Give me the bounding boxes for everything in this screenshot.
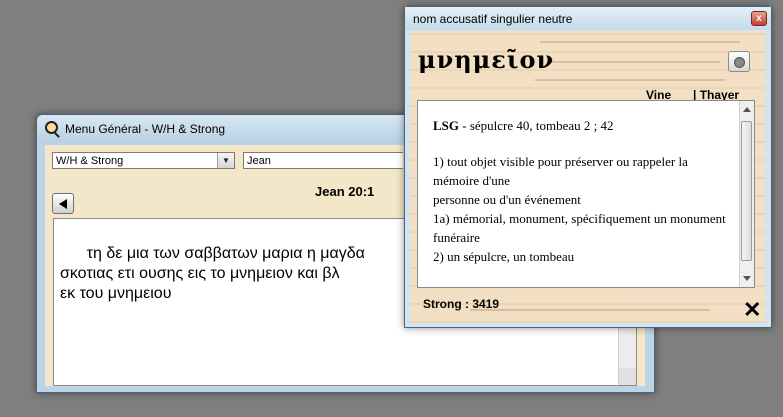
version-select-value: W/H & Strong bbox=[56, 155, 124, 167]
popup-title: nom accusatif singulier neutre bbox=[413, 12, 573, 26]
magnifier-app-icon bbox=[45, 121, 58, 134]
greek-verse-text: τη δε μια των σαββατων μαρια η μαγδα σκο… bbox=[60, 245, 365, 302]
lsg-label: LSG bbox=[433, 118, 460, 133]
definition-box[interactable]: LSG - sépulcre 40, tombeau 2 ; 42 1) tou… bbox=[417, 100, 755, 288]
previous-verse-button[interactable] bbox=[52, 193, 74, 214]
headword: μνημεῖον bbox=[418, 45, 555, 74]
definition-scrollbar[interactable] bbox=[739, 101, 754, 287]
main-window-title: Menu Général - W/H & Strong bbox=[65, 122, 226, 136]
version-select[interactable]: W/H & Strong ▼ bbox=[52, 152, 235, 169]
manuscript-decoration bbox=[535, 79, 725, 81]
popup-close-button[interactable]: x bbox=[751, 11, 767, 26]
manuscript-decoration bbox=[550, 61, 720, 63]
manuscript-decoration bbox=[540, 41, 740, 43]
manuscript-decoration bbox=[470, 309, 710, 311]
definition-line: personne ou d'un événement bbox=[433, 192, 581, 207]
book-select-value: Jean bbox=[247, 155, 271, 167]
book-select[interactable]: Jean bbox=[243, 152, 403, 169]
scrollbar-thumb[interactable] bbox=[741, 121, 752, 261]
definition-line: 2) un sépulcre, un tombeau bbox=[433, 249, 575, 264]
chevron-down-icon[interactable]: ▼ bbox=[217, 153, 234, 168]
lsg-line: LSG - sépulcre 40, tombeau 2 ; 42 bbox=[433, 116, 734, 135]
lsg-text: - sépulcre 40, tombeau 2 ; 42 bbox=[459, 118, 614, 133]
strong-number: Strong : 3419 bbox=[423, 297, 500, 311]
scroll-up-icon[interactable] bbox=[743, 107, 751, 112]
close-icon[interactable]: ✕ bbox=[743, 299, 761, 321]
popup-titlebar[interactable]: nom accusatif singulier neutre x bbox=[405, 7, 771, 30]
definition-line: 1) tout objet visible pour préserver ou … bbox=[433, 154, 688, 188]
scroll-down-icon[interactable] bbox=[743, 276, 751, 281]
scroll-down-button[interactable] bbox=[619, 368, 636, 385]
popup-client-area: μνημεῖον Vine | Thayer LSG - sépulcre 40… bbox=[410, 31, 765, 323]
definition-line: 1a) mémorial, monument, spécifiquement u… bbox=[433, 211, 726, 245]
word-popup-window: nom accusatif singulier neutre x μνημεῖο… bbox=[404, 6, 772, 328]
speaker-button[interactable] bbox=[728, 51, 750, 72]
verse-reference: Jean 20:1 bbox=[315, 184, 375, 199]
